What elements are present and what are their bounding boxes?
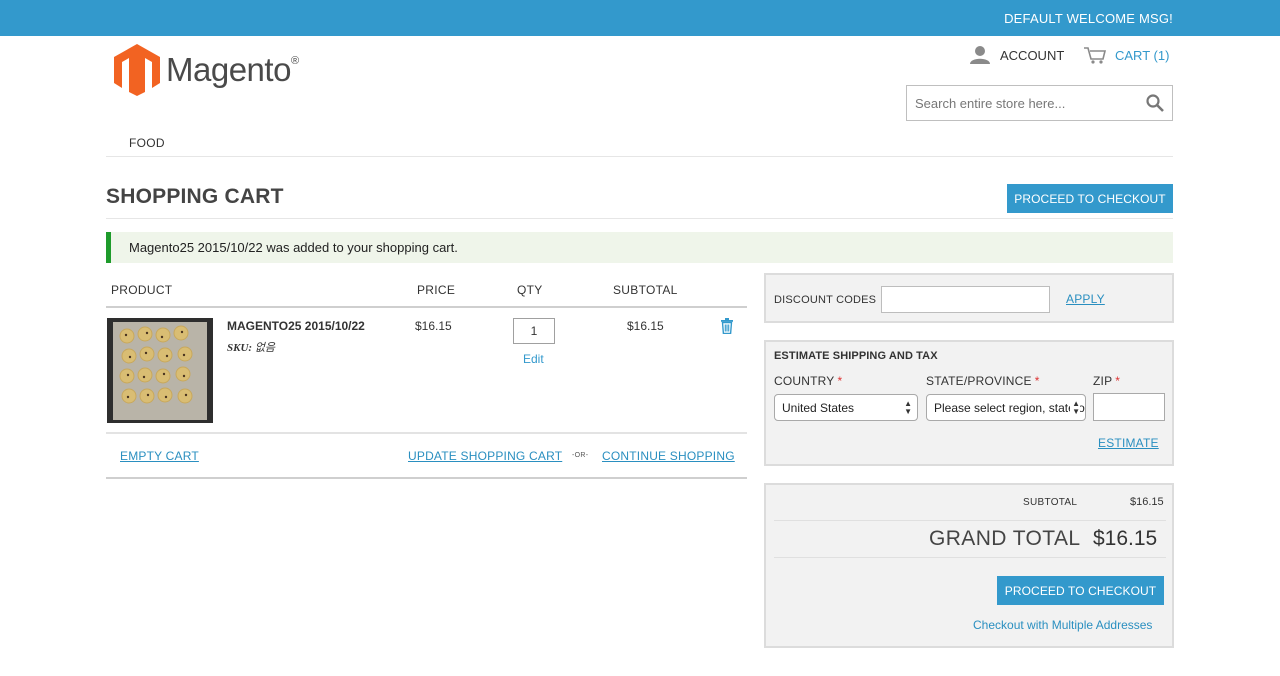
estimate-shipping-panel: ESTIMATE SHIPPING AND TAX COUNTRY * STATE… (764, 340, 1174, 466)
or-separator: -OR- (572, 452, 589, 459)
product-thumbnail[interactable] (107, 318, 213, 423)
totals-divider (774, 557, 1166, 558)
region-selected-value: Please select region, state or province (934, 401, 1085, 415)
trash-icon[interactable] (720, 318, 734, 334)
magento-logo-icon (114, 44, 160, 96)
mini-cart-link[interactable]: CART (1) (1083, 46, 1169, 64)
region-label: STATE/PROVINCE * (926, 374, 1040, 388)
continue-shopping-link[interactable]: CONTINUE SHOPPING (602, 449, 735, 463)
proceed-to-checkout-button-top[interactable]: PROCEED TO CHECKOUT (1007, 184, 1173, 213)
grand-total-label: GRAND TOTAL (929, 527, 1081, 550)
search-icon[interactable] (1146, 94, 1164, 112)
select-arrows-icon: ▲ ▼ (904, 399, 912, 416)
totals-panel: SUBTOTAL $16.15 GRAND TOTAL $16.15 PROCE… (764, 483, 1174, 648)
product-sku: SKU: 없음 (227, 339, 275, 355)
cart-actions-divider (106, 477, 747, 479)
page-title: SHOPPING CART (106, 185, 284, 208)
update-cart-link[interactable]: UPDATE SHOPPING CART (408, 449, 562, 463)
subtotal-value: $16.15 (1130, 496, 1164, 508)
estimate-link[interactable]: ESTIMATE (1098, 436, 1159, 450)
search-input[interactable] (907, 86, 1127, 120)
discount-code-input[interactable] (881, 286, 1050, 313)
empty-cart-link[interactable]: EMPTY CART (120, 449, 199, 463)
account-link[interactable]: ACCOUNT (970, 46, 1064, 64)
zip-input[interactable] (1093, 393, 1165, 421)
item-price: $16.15 (415, 319, 452, 333)
product-name[interactable]: MAGENTO25 2015/10/22 (227, 319, 365, 333)
column-header-product: PRODUCT (111, 283, 173, 297)
search-box (906, 85, 1173, 121)
subtotal-label: SUBTOTAL (1023, 497, 1078, 508)
discount-panel: DISCOUNT CODES APPLY (764, 273, 1174, 323)
grand-total-value: $16.15 (1093, 527, 1158, 550)
select-arrows-icon: ▲ ▼ (1070, 399, 1080, 416)
apply-discount-link[interactable]: APPLY (1066, 292, 1105, 306)
multi-address-checkout-link[interactable]: Checkout with Multiple Addresses (973, 618, 1152, 632)
nav-item-food[interactable]: FOOD (129, 136, 165, 150)
cart-label: CART (1) (1115, 47, 1170, 63)
column-header-qty: QTY (517, 283, 543, 297)
column-header-price: PRICE (417, 283, 456, 297)
discount-label: DISCOUNT CODES (774, 294, 877, 306)
cart-item-divider (106, 432, 747, 434)
account-label: ACCOUNT (1000, 47, 1065, 63)
edit-item-link[interactable]: Edit (523, 352, 544, 366)
welcome-message: DEFAULT WELCOME MSG! (1004, 11, 1173, 26)
cart-icon (1084, 47, 1107, 64)
success-message-text: Magento25 2015/10/22 was added to your s… (129, 240, 458, 255)
qty-input[interactable] (513, 318, 555, 344)
country-select[interactable]: United States ▲ ▼ (774, 394, 918, 421)
product-image (107, 318, 213, 423)
title-divider (106, 218, 1173, 219)
logo-text: Magento (166, 51, 291, 88)
proceed-to-checkout-button[interactable]: PROCEED TO CHECKOUT (997, 576, 1164, 605)
sku-label: SKU: (227, 342, 253, 354)
estimate-title: ESTIMATE SHIPPING AND TAX (774, 350, 938, 362)
top-bar: DEFAULT WELCOME MSG! (0, 0, 1280, 36)
country-label: COUNTRY * (774, 374, 843, 388)
success-message: Magento25 2015/10/22 was added to your s… (106, 232, 1173, 263)
column-header-subtotal: SUBTOTAL (613, 283, 678, 297)
region-select[interactable]: Please select region, state or province … (926, 394, 1086, 421)
user-icon (970, 46, 990, 64)
magento-logo[interactable]: Magento® (114, 44, 299, 96)
zip-label: ZIP * (1093, 374, 1121, 388)
country-selected-value: United States (782, 401, 855, 415)
cart-header-divider (106, 306, 747, 308)
totals-divider (774, 520, 1166, 521)
sku-value: 없음 (254, 342, 276, 354)
main-nav: FOOD (106, 127, 1173, 157)
item-subtotal: $16.15 (627, 319, 664, 333)
